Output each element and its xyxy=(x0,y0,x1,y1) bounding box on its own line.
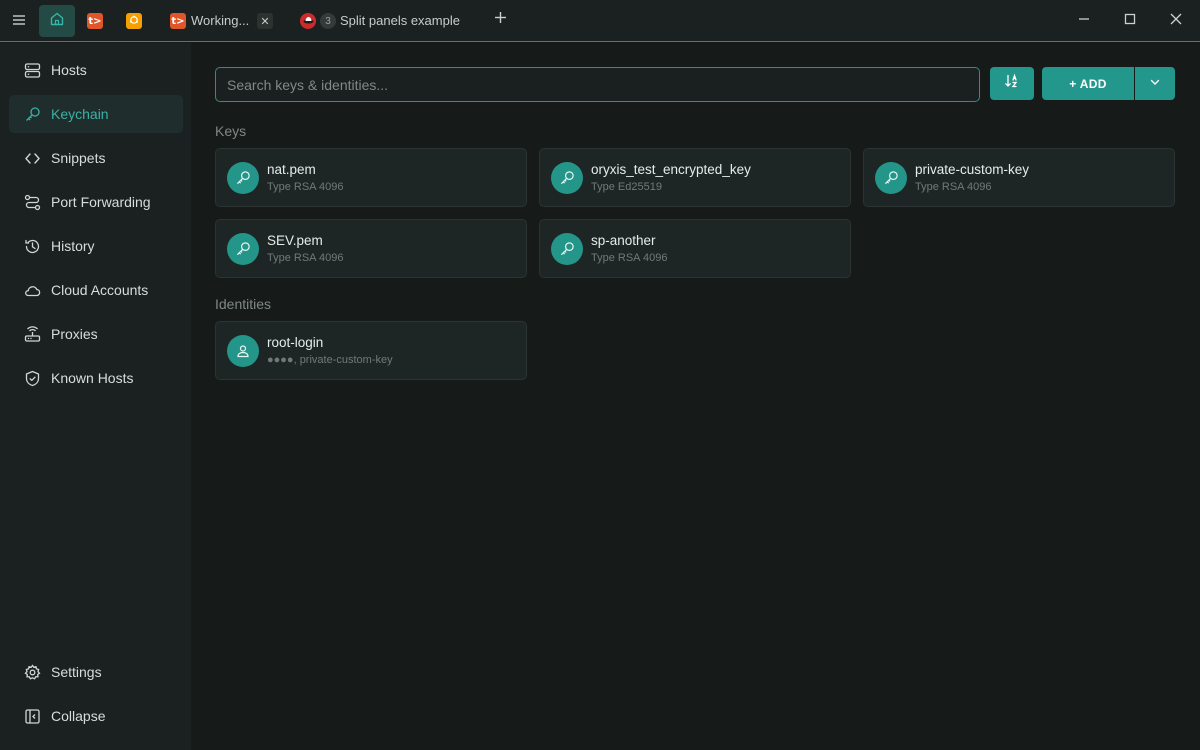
sidebar-item-proxies[interactable]: Proxies xyxy=(9,315,183,353)
code-icon xyxy=(23,149,41,167)
sidebar-item-label: Snippets xyxy=(51,150,106,166)
minimize-button[interactable] xyxy=(1074,11,1094,31)
key-card[interactable]: private-custom-key Type RSA 4096 xyxy=(863,148,1175,207)
sidebar-item-collapse[interactable]: Collapse xyxy=(9,697,183,735)
tab-ubuntu[interactable] xyxy=(126,13,142,29)
sort-button[interactable] xyxy=(990,67,1034,100)
identity-card[interactable]: root-login ●●●●, private-custom-key xyxy=(215,321,527,380)
sidebar-item-label: Settings xyxy=(51,664,102,680)
terminal-orange-icon: t> xyxy=(88,15,102,27)
minimize-icon xyxy=(1078,12,1090,30)
server-icon xyxy=(23,61,41,79)
gear-icon xyxy=(23,663,41,681)
collapse-icon xyxy=(23,707,41,725)
hamburger-menu-icon[interactable] xyxy=(8,9,30,31)
maximize-button[interactable] xyxy=(1120,11,1140,31)
key-type: Type RSA 4096 xyxy=(267,252,344,264)
sidebar-item-label: Hosts xyxy=(51,62,87,78)
key-name: SEV.pem xyxy=(267,233,323,248)
sidebar-item-label: Proxies xyxy=(51,326,98,342)
shield-check-icon xyxy=(23,369,41,387)
key-name: private-custom-key xyxy=(915,162,1030,177)
identity-name: root-login xyxy=(267,335,324,350)
sidebar-item-label: Cloud Accounts xyxy=(51,282,149,298)
ubuntu-icon xyxy=(129,15,139,28)
sidebar-item-keychain[interactable]: Keychain xyxy=(9,95,183,133)
key-icon xyxy=(551,162,583,194)
add-button[interactable]: + ADD xyxy=(1042,67,1134,100)
key-card[interactable]: nat.pem Type RSA 4096 xyxy=(215,148,527,207)
terminal-orange-icon: t> xyxy=(171,15,185,27)
sidebar: Hosts Keychain Snippets Port Forwarding … xyxy=(0,43,191,750)
tab-terminal-1[interactable]: t> xyxy=(87,13,103,29)
sidebar-item-settings[interactable]: Settings xyxy=(9,653,183,691)
tab-pane-count-badge: 3 xyxy=(320,13,336,29)
key-type: Type RSA 4096 xyxy=(915,181,992,193)
sidebar-item-label: History xyxy=(51,238,95,254)
sidebar-item-port-forwarding[interactable]: Port Forwarding xyxy=(9,183,183,221)
sidebar-item-label: Collapse xyxy=(51,708,106,724)
key-card[interactable]: sp-another Type RSA 4096 xyxy=(539,219,851,278)
sidebar-item-snippets[interactable]: Snippets xyxy=(9,139,183,177)
identity-detail: ●●●●, private-custom-key xyxy=(267,354,393,366)
cloud-icon xyxy=(23,281,41,299)
key-name: sp-another xyxy=(591,233,656,248)
redhat-icon xyxy=(303,16,314,27)
plus-icon xyxy=(494,11,507,29)
title-bar: t> t> Working... ✕ 3 Split panels exampl… xyxy=(0,0,1200,42)
history-icon xyxy=(23,237,41,255)
sidebar-item-hosts[interactable]: Hosts xyxy=(9,51,183,89)
new-tab-button[interactable] xyxy=(490,10,510,30)
key-icon xyxy=(227,233,259,265)
key-name: oryxis_test_encrypted_key xyxy=(591,162,751,177)
sidebar-item-label: Keychain xyxy=(51,106,109,122)
close-tab-icon[interactable]: ✕ xyxy=(257,13,273,29)
user-icon xyxy=(227,335,259,367)
key-name: nat.pem xyxy=(267,162,316,177)
tab-working-label[interactable]: Working... xyxy=(191,13,249,28)
tab-home[interactable] xyxy=(39,5,75,37)
maximize-icon xyxy=(1124,12,1136,30)
sidebar-item-cloud-accounts[interactable]: Cloud Accounts xyxy=(9,271,183,309)
router-icon xyxy=(23,325,41,343)
key-card[interactable]: oryxis_test_encrypted_key Type Ed25519 xyxy=(539,148,851,207)
sidebar-item-history[interactable]: History xyxy=(9,227,183,265)
port-forwarding-icon xyxy=(23,193,41,211)
home-icon xyxy=(49,11,65,32)
sidebar-item-known-hosts[interactable]: Known Hosts xyxy=(9,359,183,397)
close-window-button[interactable] xyxy=(1166,11,1186,31)
sidebar-item-label: Port Forwarding xyxy=(51,194,151,210)
key-icon xyxy=(227,162,259,194)
close-icon xyxy=(1170,12,1182,30)
key-icon xyxy=(551,233,583,265)
key-type: Type RSA 4096 xyxy=(267,181,344,193)
key-type: Type Ed25519 xyxy=(591,181,662,193)
tab-working-icon[interactable]: t> xyxy=(170,13,186,29)
identities-section-title: Identities xyxy=(215,296,272,312)
key-icon xyxy=(23,105,41,123)
key-icon xyxy=(875,162,907,194)
sidebar-item-label: Known Hosts xyxy=(51,370,134,386)
key-type: Type RSA 4096 xyxy=(591,252,668,264)
key-card[interactable]: SEV.pem Type RSA 4096 xyxy=(215,219,527,278)
search-input[interactable] xyxy=(215,67,980,102)
chevron-down-icon xyxy=(1149,75,1161,93)
add-dropdown-button[interactable] xyxy=(1135,67,1175,100)
tab-split-label[interactable]: Split panels example xyxy=(340,13,460,28)
sort-az-icon xyxy=(1004,73,1020,94)
keys-section-title: Keys xyxy=(215,123,247,139)
tab-split-icon[interactable] xyxy=(300,13,316,29)
